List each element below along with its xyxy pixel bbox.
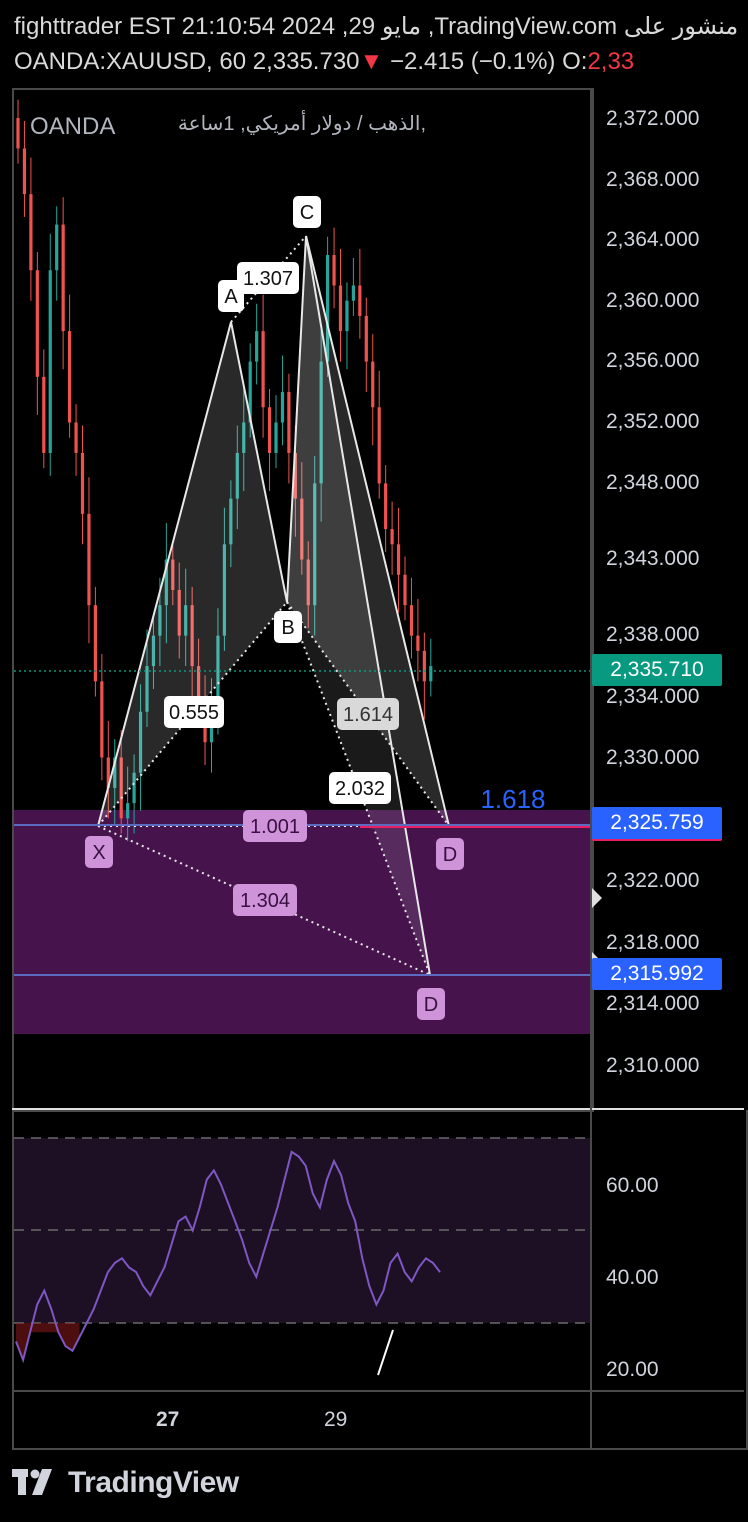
ratio-bd2: 2.032	[335, 778, 385, 800]
candle-body	[338, 285, 343, 332]
candle-body	[345, 300, 349, 332]
level-2-chip: 2,315.992	[592, 958, 722, 990]
axis-marker-2	[592, 888, 602, 908]
level-1-chip: 2,325.759	[592, 807, 722, 841]
candle-body	[409, 605, 414, 636]
candle-body	[287, 392, 291, 453]
y-tick: 2,343.000	[606, 547, 700, 570]
rsi-tick: 40.00	[606, 1266, 659, 1289]
candle-body	[274, 422, 278, 453]
legend-group: OANDA الذهب / دولار أمريكي, 1ساعة,	[30, 110, 426, 140]
candle-body	[377, 407, 381, 484]
candle-body	[267, 407, 272, 453]
legend-symbol: الذهب / دولار أمريكي, 1ساعة,	[178, 110, 426, 136]
candle-body	[351, 285, 355, 301]
candle-body	[384, 483, 388, 530]
candle-body	[93, 605, 97, 682]
candle-body	[358, 285, 362, 316]
candle-body	[68, 331, 72, 423]
rsi-trendline	[377, 1329, 394, 1376]
y-tick: 2,334.000	[606, 685, 700, 708]
candle-body	[416, 635, 420, 651]
candle-body	[16, 118, 20, 149]
y-tick: 2,348.000	[606, 471, 700, 494]
candle-body	[80, 452, 85, 514]
candle-body	[35, 270, 39, 377]
candle-body	[100, 681, 104, 758]
rsi-tick: 60.00	[606, 1174, 659, 1197]
ratio-ab: 1.307	[243, 268, 293, 290]
candle-body	[390, 529, 394, 545]
y-tick: 2,372.000	[606, 107, 700, 130]
fib-ext-label: 1.618	[480, 784, 545, 814]
candle-body	[396, 544, 401, 575]
y-tick: 2,314.000	[606, 992, 700, 1015]
candle-body	[280, 392, 285, 423]
rsi-tick: 20.00	[606, 1358, 659, 1381]
candle-body	[126, 803, 130, 819]
tradingview-logo-icon	[12, 1469, 52, 1495]
candle-body	[255, 331, 259, 362]
ratio-xb: 0.555	[169, 702, 219, 724]
candle-body	[22, 148, 27, 195]
candle-body	[371, 361, 375, 408]
candle-body	[48, 270, 52, 453]
candle-body	[403, 574, 407, 606]
point-d2-label: D	[424, 994, 438, 1016]
y-tick: 2,322.000	[606, 869, 700, 892]
ratio-bd: 1.614	[343, 704, 393, 726]
y-tick: 2,310.000	[606, 1054, 700, 1077]
tradingview-logo-text: TradingView	[68, 1466, 239, 1499]
x-tick: 27	[156, 1408, 180, 1431]
point-x-label: X	[92, 842, 105, 864]
current-price-chip: 2,335.710	[592, 654, 722, 686]
candle-body	[42, 376, 46, 453]
y-tick: 2,368.000	[606, 168, 700, 191]
candle-body	[74, 422, 78, 453]
candle-body	[422, 650, 426, 682]
tradingview-logo[interactable]: TradingView	[12, 1466, 239, 1500]
legend-broker: OANDA	[30, 113, 115, 140]
candle-body	[429, 666, 433, 682]
point-b-label: B	[281, 617, 294, 639]
candle-body	[87, 513, 91, 606]
y-tick: 2,338.000	[606, 623, 700, 646]
x-tick: 29	[324, 1408, 348, 1431]
point-d1-label: D	[443, 844, 457, 866]
candle-body	[61, 224, 65, 332]
ratio-xd2: 1.304	[240, 890, 290, 912]
y-tick: 2,356.000	[606, 349, 700, 372]
y-tick: 2,352.000	[606, 410, 700, 433]
point-c-label: C	[300, 202, 314, 224]
candle-body	[332, 255, 336, 286]
y-tick: 2,330.000	[606, 746, 700, 769]
y-tick: 2,364.000	[606, 228, 700, 251]
rsi-oversold-fill	[16, 1323, 80, 1360]
y-tick: 2,318.000	[606, 931, 700, 954]
y-tick: 2,360.000	[606, 289, 700, 312]
xab-triangle	[98, 322, 287, 826]
candle-body	[29, 194, 33, 271]
candle-body	[55, 224, 59, 271]
ratio-xd: 1.001	[250, 816, 300, 838]
candle-body	[364, 315, 368, 362]
candle-body	[261, 331, 265, 408]
point-a-label: A	[224, 286, 238, 308]
